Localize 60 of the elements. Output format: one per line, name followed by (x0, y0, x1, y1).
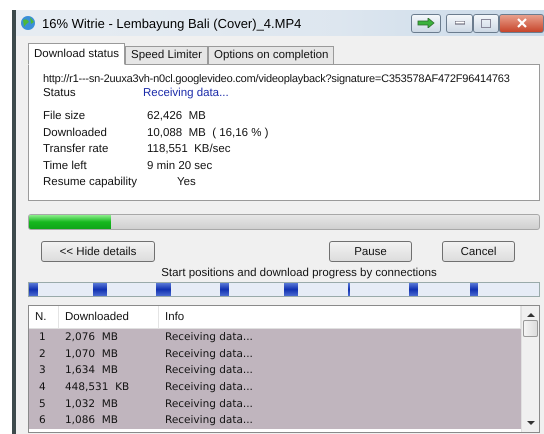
connection-row[interactable]: 6 1,086 MB Receiving data... (29, 412, 521, 429)
tab[interactable]: Speed Limiter (125, 46, 208, 65)
field-value: 118,551 KB/sec (147, 142, 231, 156)
table-cell-text: Receiving data... (164, 364, 254, 376)
field-label: Time left (43, 158, 88, 173)
table-cell-text: Receiving data... (164, 348, 254, 360)
table-cell-text: 2,076 MB (64, 331, 119, 344)
arrow-button[interactable] (411, 14, 441, 32)
field-value: 62,426 MB (147, 109, 206, 124)
field-value: 9 min 20 sec (147, 158, 212, 173)
scroll-thumb[interactable] (523, 320, 538, 337)
url-text: http://r1---sn-2uuxa3vh-n0cl.googlevideo.com/videoplayback?signature=C353578AF472F96414763 (43, 73, 511, 85)
table-cell-text: 1,086 MB (64, 414, 119, 426)
table-cell-text: 2 (38, 348, 47, 360)
field-value: 10,088 MB ( 16,16 % ) (147, 126, 268, 140)
tab[interactable]: Download status (28, 43, 126, 65)
connection-row[interactable]: 1 2,076 MB Receiving data... (29, 329, 521, 346)
minimize-button[interactable] (446, 14, 473, 32)
field-label: Downloaded (43, 126, 108, 140)
tab[interactable]: Options on completion (208, 46, 334, 65)
table-cell-text: 1,032 MB (64, 398, 119, 410)
scrollbar[interactable] (521, 306, 539, 432)
table-cell-text: 1,070 MB (64, 348, 119, 360)
field-label: File size (43, 109, 86, 124)
cancel-button[interactable]: Cancel (442, 241, 515, 262)
globe-icon (20, 15, 36, 31)
close-icon (516, 18, 526, 28)
field-label: Transfer rate (43, 142, 110, 156)
table-cell-text: Receiving data... (164, 331, 254, 344)
table-cell-text: 3 (38, 364, 47, 376)
field-value: Yes (176, 175, 196, 190)
scroll-up-icon[interactable] (526, 312, 534, 318)
table-cell-text: 4 (38, 381, 47, 394)
field-label: Status (43, 87, 77, 99)
scroll-down-icon[interactable] (526, 420, 534, 426)
field-label: Resume capability (43, 175, 138, 190)
status-value: Receiving data... (143, 87, 229, 99)
maximize-button[interactable] (473, 14, 499, 32)
connection-row[interactable]: 2 1,070 MB Receiving data... (29, 346, 521, 362)
close-button[interactable] (499, 14, 544, 32)
minimize-icon (454, 21, 464, 25)
connections-caption: Start positions and download progress by connections (160, 267, 438, 279)
hide-details-button[interactable]: << Hide details (41, 241, 155, 262)
table-cell-text: 1 (38, 331, 47, 344)
column-header[interactable]: Downloaded (59, 306, 159, 328)
pause-button[interactable]: Pause (329, 241, 412, 262)
connection-row[interactable]: 3 1,634 MB Receiving data... (29, 362, 521, 379)
table-cell-text: 1,634 MB (64, 364, 119, 376)
window-title: 16% Witrie - Lembayung Bali (Cover)_4.MP4 (42, 16, 302, 30)
table-cell-text: Receiving data... (164, 414, 254, 426)
column-header[interactable]: N. (29, 306, 59, 328)
maximize-icon (481, 18, 491, 28)
table-cell-text: Receiving data... (164, 381, 254, 394)
table-cell-text: Receiving data... (164, 398, 254, 410)
arrow-icon (417, 18, 435, 28)
table-cell-text: 6 (38, 414, 47, 426)
table-cell-text: 5 (38, 398, 47, 410)
table-cell-text: 448,531 KB (64, 381, 130, 394)
connection-row[interactable]: 5 1,032 MB Receiving data... (29, 395, 521, 412)
connection-row[interactable]: 4 448,531 KB Receiving data... (29, 378, 521, 396)
